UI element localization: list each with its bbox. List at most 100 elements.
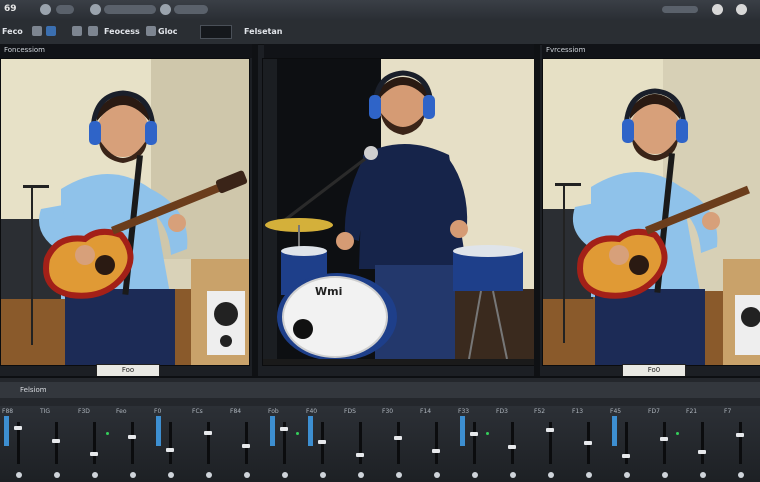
mixer-strip[interactable]: Feo xyxy=(114,406,153,482)
mixer-strip[interactable]: F7 xyxy=(722,406,760,482)
fader-knob[interactable] xyxy=(698,450,706,454)
mixer-strip[interactable]: F21 xyxy=(684,406,723,482)
left-video-preview[interactable] xyxy=(0,58,250,366)
fader-knob[interactable] xyxy=(166,448,174,452)
fader-track[interactable] xyxy=(359,422,362,464)
mute-button[interactable] xyxy=(244,472,250,478)
fader-knob[interactable] xyxy=(242,444,250,448)
mixer-strip[interactable]: Fob xyxy=(266,406,305,482)
mixer-strip[interactable]: FD7 xyxy=(646,406,685,482)
menu-item[interactable] xyxy=(174,5,208,14)
fader-track[interactable] xyxy=(169,422,172,464)
fader-track[interactable] xyxy=(435,422,438,464)
info-icon[interactable] xyxy=(46,26,56,36)
mixer-strip[interactable]: F52 xyxy=(532,406,571,482)
fader-track[interactable] xyxy=(397,422,400,464)
toolbar-label[interactable]: Gloc xyxy=(158,27,178,36)
fader-knob[interactable] xyxy=(736,433,744,437)
timeline-ruler[interactable]: Felsiom xyxy=(0,382,760,398)
mute-button[interactable] xyxy=(700,472,706,478)
fader-knob[interactable] xyxy=(280,427,288,431)
fader-track[interactable] xyxy=(207,422,210,464)
fader-knob[interactable] xyxy=(90,452,98,456)
mute-button[interactable] xyxy=(16,472,22,478)
fader-track[interactable] xyxy=(739,422,742,464)
mixer-strip[interactable]: FCs xyxy=(190,406,229,482)
mixer-strip[interactable]: FD3 xyxy=(494,406,533,482)
mixer-strip[interactable]: F84 xyxy=(228,406,267,482)
menu-item[interactable] xyxy=(56,5,74,14)
mute-button[interactable] xyxy=(548,472,554,478)
fader-knob[interactable] xyxy=(470,432,478,436)
settings-icon[interactable] xyxy=(160,4,171,15)
fader-knob[interactable] xyxy=(52,439,60,443)
center-video-preview[interactable]: Wmi xyxy=(262,58,536,366)
fader-track[interactable] xyxy=(55,422,58,464)
marker-icon[interactable] xyxy=(146,26,156,36)
fader-knob[interactable] xyxy=(394,436,402,440)
fader-track[interactable] xyxy=(663,422,666,464)
fader-knob[interactable] xyxy=(432,449,440,453)
loop-icon[interactable] xyxy=(72,26,82,36)
menu-icon[interactable] xyxy=(40,4,51,15)
mixer-strip[interactable]: F88 xyxy=(0,406,39,482)
mute-button[interactable] xyxy=(662,472,668,478)
mute-button[interactable] xyxy=(130,472,136,478)
fader-track[interactable] xyxy=(473,422,476,464)
fader-knob[interactable] xyxy=(14,426,22,430)
fader-track[interactable] xyxy=(131,422,134,464)
mixer-strip[interactable]: F30 xyxy=(380,406,419,482)
mute-button[interactable] xyxy=(320,472,326,478)
mute-button[interactable] xyxy=(92,472,98,478)
mute-button[interactable] xyxy=(738,472,744,478)
toolbar: Feco Feocess Gloc Felsetan xyxy=(0,20,760,45)
mute-button[interactable] xyxy=(358,472,364,478)
close-icon[interactable] xyxy=(736,4,747,15)
mixer-strip[interactable]: TIG xyxy=(38,406,77,482)
toolbar-label[interactable]: Feocess xyxy=(104,27,140,36)
toolbar-label[interactable]: Feco xyxy=(2,27,23,36)
fader-knob[interactable] xyxy=(356,453,364,457)
fader-knob[interactable] xyxy=(622,454,630,458)
right-video-preview[interactable] xyxy=(542,58,760,366)
mixer-strip[interactable]: F14 xyxy=(418,406,457,482)
mixer-strip[interactable]: FDS xyxy=(342,406,381,482)
minimize-icon[interactable] xyxy=(712,4,723,15)
fader-knob[interactable] xyxy=(546,428,554,432)
record-icon[interactable] xyxy=(90,4,101,15)
pane-divider[interactable] xyxy=(252,44,258,376)
mute-button[interactable] xyxy=(396,472,402,478)
cut-icon[interactable] xyxy=(32,26,42,36)
mute-button[interactable] xyxy=(624,472,630,478)
fader-track[interactable] xyxy=(701,422,704,464)
mute-button[interactable] xyxy=(510,472,516,478)
fader-track[interactable] xyxy=(511,422,514,464)
mute-button[interactable] xyxy=(54,472,60,478)
transport-bar[interactable] xyxy=(104,5,156,14)
snap-icon[interactable] xyxy=(88,26,98,36)
pane-divider[interactable] xyxy=(534,44,540,376)
fader-knob[interactable] xyxy=(508,445,516,449)
mute-button[interactable] xyxy=(586,472,592,478)
toolbar-label[interactable]: Felsetan xyxy=(244,27,282,36)
mute-button[interactable] xyxy=(472,472,478,478)
fader-knob[interactable] xyxy=(204,431,212,435)
fader-track[interactable] xyxy=(93,422,96,464)
mute-button[interactable] xyxy=(434,472,440,478)
mute-button[interactable] xyxy=(206,472,212,478)
mixer-strip[interactable]: F40 xyxy=(304,406,343,482)
value-field[interactable] xyxy=(200,25,232,39)
fader-track[interactable] xyxy=(245,422,248,464)
mixer-strip[interactable]: F33 xyxy=(456,406,495,482)
fader-knob[interactable] xyxy=(584,441,592,445)
mixer-strip[interactable]: F45 xyxy=(608,406,647,482)
mute-button[interactable] xyxy=(168,472,174,478)
mixer-strip[interactable]: F0 xyxy=(152,406,191,482)
mixer-strip[interactable]: F13 xyxy=(570,406,609,482)
fader-knob[interactable] xyxy=(318,440,326,444)
mixer-strip-label: F84 xyxy=(230,408,242,415)
fader-knob[interactable] xyxy=(128,435,136,439)
mixer-strip[interactable]: F3D xyxy=(76,406,115,482)
mute-button[interactable] xyxy=(282,472,288,478)
fader-knob[interactable] xyxy=(660,437,668,441)
